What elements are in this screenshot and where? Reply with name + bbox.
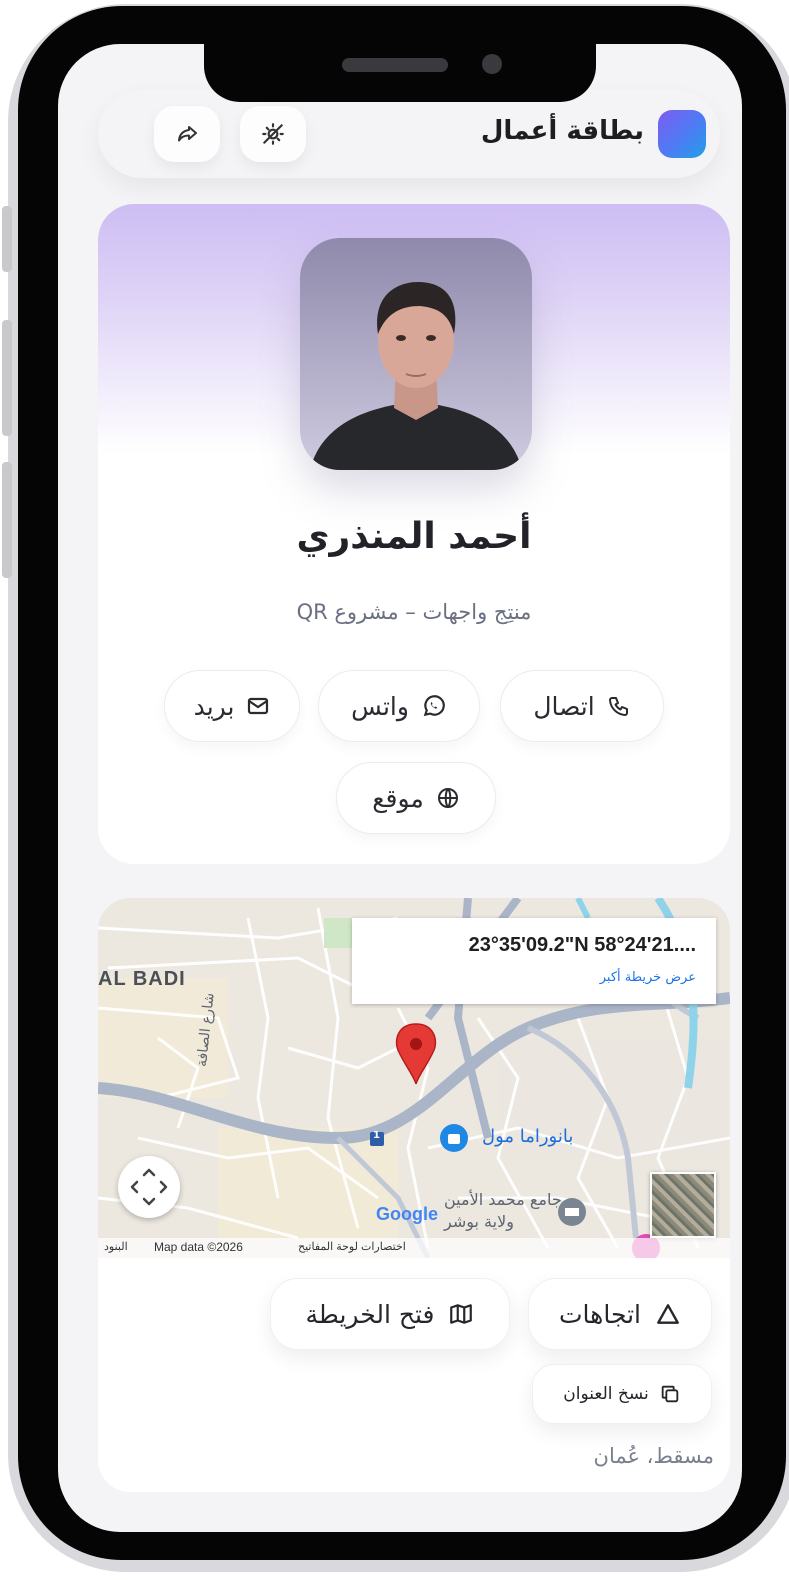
- view-larger-map-link[interactable]: عرض خريطة أكبر: [600, 970, 696, 985]
- app-title: بطاقة أعمال: [480, 116, 644, 146]
- route-number: 1: [373, 1130, 380, 1141]
- app-logo: [658, 110, 706, 158]
- notch: [204, 44, 596, 102]
- whatsapp-button[interactable]: واتس: [318, 670, 480, 742]
- whatsapp-icon: [423, 695, 445, 717]
- front-camera: [482, 54, 502, 74]
- map-card: AL BADI شارع الصافة بانوراما مول جامع مح…: [98, 898, 730, 1492]
- profile-card: أحمد المنذري منتِج واجهات – مشروع QR اتص…: [98, 204, 730, 864]
- app-header: بطاقة أعمال: [98, 90, 720, 178]
- profile-role: منتِج واجهات – مشروع QR: [296, 600, 532, 624]
- map-data-text: Map data ©2026: [154, 1240, 243, 1254]
- call-label: اتصال: [533, 691, 595, 721]
- volume-down-button: [2, 462, 12, 578]
- globe-icon: [437, 788, 458, 808]
- phone-icon: [608, 697, 628, 716]
- email-button[interactable]: بريد: [164, 670, 300, 742]
- map-pan-control[interactable]: [118, 1156, 180, 1218]
- copy-address-label: نسخ العنوان: [563, 1384, 649, 1404]
- map-label-mall: بانوراما مول: [482, 1126, 574, 1147]
- mute-switch: [2, 206, 12, 272]
- theme-off-icon: [262, 123, 284, 145]
- open-map-button[interactable]: فتح الخريطة: [270, 1278, 510, 1350]
- satellite-toggle[interactable]: [650, 1172, 716, 1238]
- directions-button[interactable]: اتجاهات: [528, 1278, 712, 1350]
- map-label-mosque: جامع محمد الأمين: [444, 1190, 562, 1209]
- copy-icon: [661, 1385, 678, 1403]
- mail-icon: [248, 697, 269, 715]
- share-button[interactable]: [154, 106, 220, 162]
- website-button[interactable]: موقع: [336, 762, 496, 834]
- volume-up-button: [2, 320, 12, 436]
- profile-name: أحمد المنذري: [296, 516, 532, 557]
- call-button[interactable]: اتصال: [500, 670, 664, 742]
- terms-link[interactable]: البنود: [104, 1240, 128, 1253]
- directions-label: اتجاهات: [559, 1299, 641, 1329]
- map-label-district: AL BADI: [98, 968, 186, 990]
- website-label: موقع: [372, 783, 424, 813]
- map-label-wilayah: ولاية بوشر: [444, 1212, 514, 1231]
- speaker: [342, 58, 448, 72]
- share-icon: [178, 126, 197, 142]
- map-icon: [450, 1304, 473, 1324]
- google-logo: Google: [376, 1204, 438, 1224]
- map-view[interactable]: AL BADI شارع الصافة بانوراما مول جامع مح…: [98, 898, 730, 1258]
- screen: بطاقة أعمال أحمد المنذري منتِج واجهات – …: [58, 44, 742, 1532]
- copy-address-button[interactable]: نسخ العنوان: [532, 1364, 712, 1424]
- coordinates-text: 23°35'09.2"N 58°24'21....: [468, 934, 696, 956]
- email-label: بريد: [193, 691, 235, 721]
- address-text: مسقط، عُمان: [593, 1444, 714, 1468]
- coordinate-card: 23°35'09.2"N 58°24'21.... عرض خريطة أكبر: [352, 918, 716, 1004]
- whatsapp-label: واتس: [351, 691, 409, 721]
- theme-toggle-button[interactable]: [240, 106, 306, 162]
- keyboard-shortcuts-link[interactable]: اختصارات لوحة المفاتيح: [298, 1240, 406, 1253]
- pan-arrows-icon: [130, 1168, 168, 1206]
- avatar: [300, 238, 532, 470]
- open-map-label: فتح الخريطة: [305, 1299, 435, 1329]
- avatar-photo: [300, 238, 532, 470]
- directions-icon: [657, 1304, 679, 1324]
- map-attribution: Map data ©2026 اختصارات لوحة المفاتيح ال…: [98, 1238, 730, 1258]
